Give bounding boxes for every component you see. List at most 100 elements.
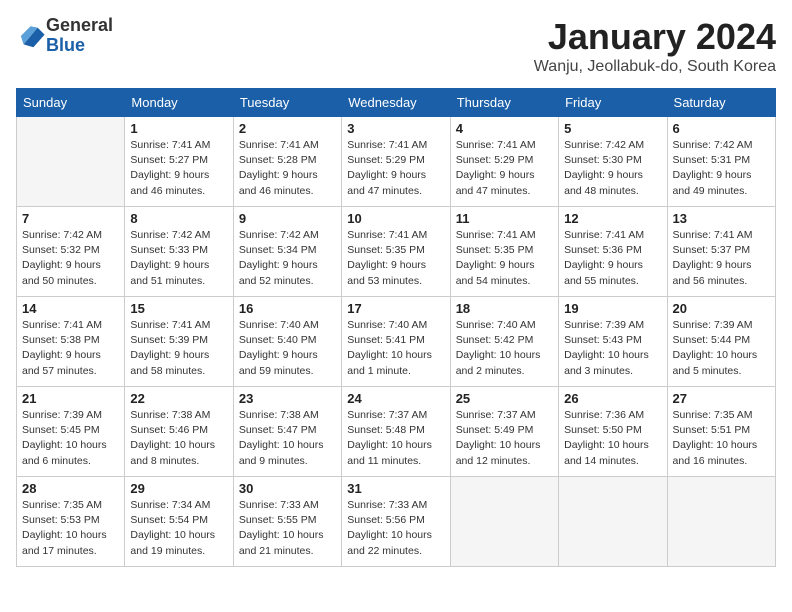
calendar-cell: 24 Sunrise: 7:37 AM Sunset: 5:48 PM Dayli… bbox=[342, 387, 450, 477]
day-number: 8 bbox=[130, 211, 227, 226]
calendar-cell: 29 Sunrise: 7:34 AM Sunset: 5:54 PM Dayli… bbox=[125, 477, 233, 567]
calendar-cell: 4 Sunrise: 7:41 AM Sunset: 5:29 PM Daylig… bbox=[450, 117, 558, 207]
day-number: 3 bbox=[347, 121, 444, 136]
calendar-cell: 10 Sunrise: 7:41 AM Sunset: 5:35 PM Dayli… bbox=[342, 207, 450, 297]
calendar-cell: 12Sunrise: 7:41 AM Sunset: 5:36 PM Dayli… bbox=[559, 207, 667, 297]
weekday-header-tuesday: Tuesday bbox=[233, 89, 341, 117]
day-number: 5 bbox=[564, 121, 661, 136]
cell-info: Sunrise: 7:42 AM Sunset: 5:32 PM Dayligh… bbox=[22, 228, 119, 289]
general-blue-logo-icon bbox=[18, 22, 46, 50]
calendar-cell: 17 Sunrise: 7:40 AM Sunset: 5:41 PM Dayli… bbox=[342, 297, 450, 387]
calendar-cell: 9Sunrise: 7:42 AM Sunset: 5:34 PM Daylig… bbox=[233, 207, 341, 297]
cell-info: Sunrise: 7:41 AM Sunset: 5:35 PM Dayligh… bbox=[347, 228, 444, 289]
calendar-week-row: 14 Sunrise: 7:41 AM Sunset: 5:38 PM Dayli… bbox=[17, 297, 776, 387]
cell-info: Sunrise: 7:41 AM Sunset: 5:39 PM Dayligh… bbox=[130, 318, 227, 379]
calendar-cell: 5Sunrise: 7:42 AM Sunset: 5:30 PM Daylig… bbox=[559, 117, 667, 207]
location: Wanju, Jeollabuk-do, South Korea bbox=[534, 58, 776, 76]
calendar-cell: 22 Sunrise: 7:38 AM Sunset: 5:46 PM Dayli… bbox=[125, 387, 233, 477]
calendar-cell: 25Sunrise: 7:37 AM Sunset: 5:49 PM Dayli… bbox=[450, 387, 558, 477]
day-number: 18 bbox=[456, 301, 553, 316]
day-number: 22 bbox=[130, 391, 227, 406]
day-number: 16 bbox=[239, 301, 336, 316]
calendar-week-row: 28 Sunrise: 7:35 AM Sunset: 5:53 PM Dayli… bbox=[17, 477, 776, 567]
logo: GeneralBlue bbox=[16, 16, 113, 56]
cell-info: Sunrise: 7:33 AM Sunset: 5:55 PM Dayligh… bbox=[239, 498, 336, 559]
calendar-cell: 8 Sunrise: 7:42 AM Sunset: 5:33 PM Daylig… bbox=[125, 207, 233, 297]
day-number: 17 bbox=[347, 301, 444, 316]
calendar-week-row: 21Sunrise: 7:39 AM Sunset: 5:45 PM Dayli… bbox=[17, 387, 776, 477]
calendar-cell bbox=[450, 477, 558, 567]
cell-info: Sunrise: 7:38 AM Sunset: 5:46 PM Dayligh… bbox=[130, 408, 227, 469]
cell-info: Sunrise: 7:40 AM Sunset: 5:42 PM Dayligh… bbox=[456, 318, 553, 379]
calendar-week-row: 1 Sunrise: 7:41 AM Sunset: 5:27 PM Daylig… bbox=[17, 117, 776, 207]
calendar-cell: 21Sunrise: 7:39 AM Sunset: 5:45 PM Dayli… bbox=[17, 387, 125, 477]
weekday-header-saturday: Saturday bbox=[667, 89, 775, 117]
cell-info: Sunrise: 7:35 AM Sunset: 5:53 PM Dayligh… bbox=[22, 498, 119, 559]
calendar-table: SundayMondayTuesdayWednesdayThursdayFrid… bbox=[16, 88, 776, 567]
calendar-cell: 19Sunrise: 7:39 AM Sunset: 5:43 PM Dayli… bbox=[559, 297, 667, 387]
calendar-cell: 13Sunrise: 7:41 AM Sunset: 5:37 PM Dayli… bbox=[667, 207, 775, 297]
day-number: 20 bbox=[673, 301, 770, 316]
cell-info: Sunrise: 7:38 AM Sunset: 5:47 PM Dayligh… bbox=[239, 408, 336, 469]
weekday-header-row: SundayMondayTuesdayWednesdayThursdayFrid… bbox=[17, 89, 776, 117]
calendar-cell: 27Sunrise: 7:35 AM Sunset: 5:51 PM Dayli… bbox=[667, 387, 775, 477]
calendar-cell: 7 Sunrise: 7:42 AM Sunset: 5:32 PM Daylig… bbox=[17, 207, 125, 297]
weekday-header-sunday: Sunday bbox=[17, 89, 125, 117]
calendar-cell bbox=[559, 477, 667, 567]
day-number: 11 bbox=[456, 211, 553, 226]
cell-info: Sunrise: 7:41 AM Sunset: 5:38 PM Dayligh… bbox=[22, 318, 119, 379]
cell-info: Sunrise: 7:33 AM Sunset: 5:56 PM Dayligh… bbox=[347, 498, 444, 559]
calendar-cell: 1 Sunrise: 7:41 AM Sunset: 5:27 PM Daylig… bbox=[125, 117, 233, 207]
cell-info: Sunrise: 7:42 AM Sunset: 5:33 PM Dayligh… bbox=[130, 228, 227, 289]
cell-info: Sunrise: 7:40 AM Sunset: 5:40 PM Dayligh… bbox=[239, 318, 336, 379]
weekday-header-monday: Monday bbox=[125, 89, 233, 117]
calendar-cell: 30 Sunrise: 7:33 AM Sunset: 5:55 PM Dayli… bbox=[233, 477, 341, 567]
day-number: 21 bbox=[22, 391, 119, 406]
cell-info: Sunrise: 7:41 AM Sunset: 5:29 PM Dayligh… bbox=[347, 138, 444, 199]
cell-info: Sunrise: 7:42 AM Sunset: 5:31 PM Dayligh… bbox=[673, 138, 770, 199]
title-block: January 2024 Wanju, Jeollabuk-do, South … bbox=[534, 16, 776, 76]
cell-info: Sunrise: 7:41 AM Sunset: 5:37 PM Dayligh… bbox=[673, 228, 770, 289]
calendar-cell: 16 Sunrise: 7:40 AM Sunset: 5:40 PM Dayli… bbox=[233, 297, 341, 387]
calendar-cell: 23Sunrise: 7:38 AM Sunset: 5:47 PM Dayli… bbox=[233, 387, 341, 477]
cell-info: Sunrise: 7:34 AM Sunset: 5:54 PM Dayligh… bbox=[130, 498, 227, 559]
cell-info: Sunrise: 7:41 AM Sunset: 5:29 PM Dayligh… bbox=[456, 138, 553, 199]
day-number: 14 bbox=[22, 301, 119, 316]
cell-info: Sunrise: 7:37 AM Sunset: 5:48 PM Dayligh… bbox=[347, 408, 444, 469]
day-number: 31 bbox=[347, 481, 444, 496]
day-number: 28 bbox=[22, 481, 119, 496]
calendar-cell bbox=[667, 477, 775, 567]
cell-info: Sunrise: 7:40 AM Sunset: 5:41 PM Dayligh… bbox=[347, 318, 444, 379]
calendar-cell: 3 Sunrise: 7:41 AM Sunset: 5:29 PM Daylig… bbox=[342, 117, 450, 207]
cell-info: Sunrise: 7:41 AM Sunset: 5:28 PM Dayligh… bbox=[239, 138, 336, 199]
day-number: 2 bbox=[239, 121, 336, 136]
cell-info: Sunrise: 7:41 AM Sunset: 5:27 PM Dayligh… bbox=[130, 138, 227, 199]
day-number: 10 bbox=[347, 211, 444, 226]
weekday-header-wednesday: Wednesday bbox=[342, 89, 450, 117]
calendar-cell: 20Sunrise: 7:39 AM Sunset: 5:44 PM Dayli… bbox=[667, 297, 775, 387]
page-header: GeneralBlue January 2024 Wanju, Jeollabu… bbox=[16, 16, 776, 76]
cell-info: Sunrise: 7:41 AM Sunset: 5:35 PM Dayligh… bbox=[456, 228, 553, 289]
logo-text: GeneralBlue bbox=[46, 16, 113, 56]
weekday-header-friday: Friday bbox=[559, 89, 667, 117]
day-number: 27 bbox=[673, 391, 770, 406]
day-number: 24 bbox=[347, 391, 444, 406]
day-number: 19 bbox=[564, 301, 661, 316]
calendar-week-row: 7 Sunrise: 7:42 AM Sunset: 5:32 PM Daylig… bbox=[17, 207, 776, 297]
month-title: January 2024 bbox=[534, 16, 776, 58]
calendar-cell: 26Sunrise: 7:36 AM Sunset: 5:50 PM Dayli… bbox=[559, 387, 667, 477]
calendar-cell: 28 Sunrise: 7:35 AM Sunset: 5:53 PM Dayli… bbox=[17, 477, 125, 567]
day-number: 7 bbox=[22, 211, 119, 226]
calendar-cell: 2 Sunrise: 7:41 AM Sunset: 5:28 PM Daylig… bbox=[233, 117, 341, 207]
day-number: 12 bbox=[564, 211, 661, 226]
day-number: 15 bbox=[130, 301, 227, 316]
day-number: 4 bbox=[456, 121, 553, 136]
weekday-header-thursday: Thursday bbox=[450, 89, 558, 117]
day-number: 30 bbox=[239, 481, 336, 496]
calendar-cell: 6Sunrise: 7:42 AM Sunset: 5:31 PM Daylig… bbox=[667, 117, 775, 207]
calendar-cell: 11 Sunrise: 7:41 AM Sunset: 5:35 PM Dayli… bbox=[450, 207, 558, 297]
calendar-cell: 14 Sunrise: 7:41 AM Sunset: 5:38 PM Dayli… bbox=[17, 297, 125, 387]
day-number: 1 bbox=[130, 121, 227, 136]
day-number: 29 bbox=[130, 481, 227, 496]
cell-info: Sunrise: 7:36 AM Sunset: 5:50 PM Dayligh… bbox=[564, 408, 661, 469]
